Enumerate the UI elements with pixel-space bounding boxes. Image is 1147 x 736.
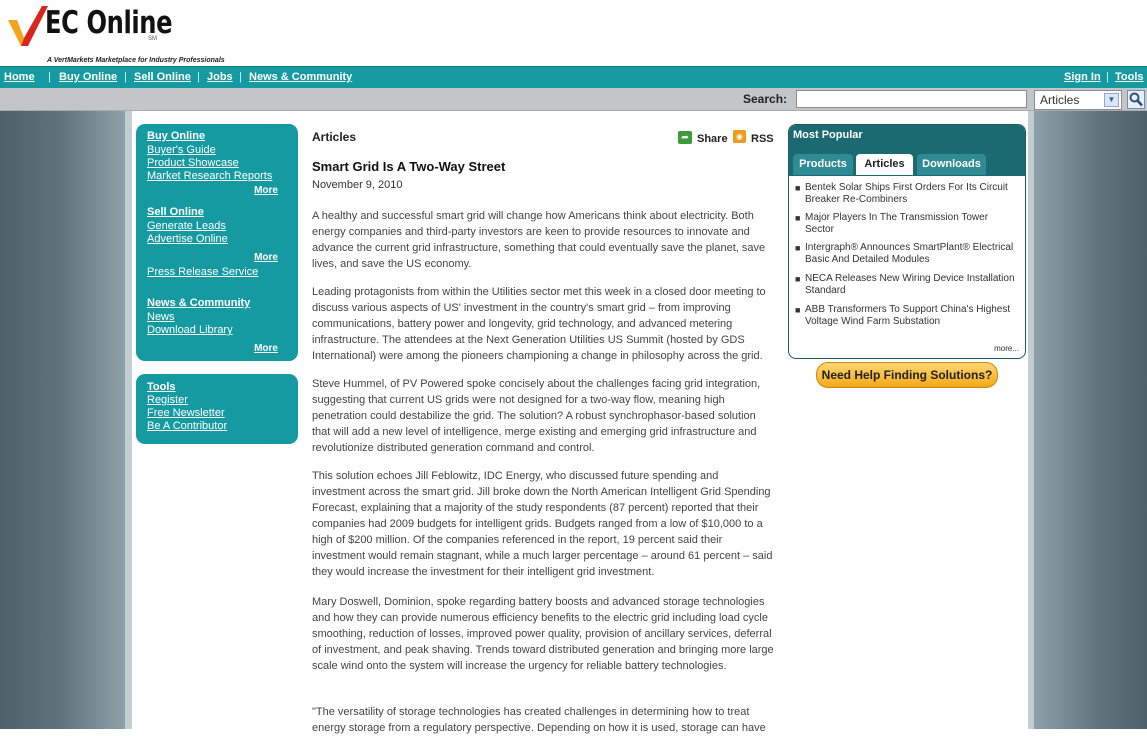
article-title: Smart Grid Is A Two-Way Street [312,159,506,174]
popular-article-item[interactable]: ■ Intergraph® Announces SmartPlant® Elec… [795,242,1017,266]
article-paragraph: A healthy and successful smart grid will… [312,210,766,270]
search-icon [1129,92,1143,107]
bullet-icon: ■ [795,183,801,193]
left-advertise-online-link[interactable]: Advertise Online [147,233,228,246]
left-nav-box: Buy Online Buyer's Guide Product Showcas… [136,124,298,361]
search-input[interactable] [796,90,1027,108]
left-market-research-link[interactable]: Market Research Reports [147,170,272,183]
nav-jobs-link[interactable]: Jobs [207,70,233,84]
nav-home-link[interactable]: Home [4,70,35,84]
search-button[interactable] [1127,90,1145,109]
share-link[interactable]: Share [697,133,728,145]
left-buyers-guide-link[interactable]: Buyer's Guide [147,144,216,157]
left-buy-online-heading[interactable]: Buy Online [147,130,205,143]
left-be-a-contributor-link[interactable]: Be A Contributor [147,420,227,433]
left-tools-heading[interactable]: Tools [147,381,176,394]
most-popular-tabs: Products Articles Downloads [789,145,1025,176]
search-category-select[interactable]: Articles ▼ [1034,90,1122,110]
nav-buy-online-link[interactable]: Buy Online [59,70,117,84]
search-bar: Search: Articles ▼ [0,88,1147,111]
search-category-value: Articles [1040,93,1080,107]
logo-v-icon [8,6,48,46]
nav-separator: | [1106,71,1109,83]
left-download-library-link[interactable]: Download Library [147,324,233,337]
popular-article-item[interactable]: ■ ABB Transformers To Support China's Hi… [795,304,1017,328]
popular-article-link[interactable]: Major Players In The Transmission Tower … [805,212,988,235]
nav-separator: | [239,71,242,83]
popular-article-link[interactable]: Bentek Solar Ships First Orders For Its … [805,182,1008,205]
nav-sell-online-link[interactable]: Sell Online [134,70,191,84]
popular-article-item[interactable]: ■ Bentek Solar Ships First Orders For It… [795,182,1017,206]
popular-article-item[interactable]: ■ Major Players In The Transmission Towe… [795,212,1017,236]
nav-separator: | [48,71,51,83]
article-paragraph: Mary Doswell, Dominion, spoke regarding … [312,596,774,672]
most-popular-panel: Most Popular Products Articles Downloads… [788,124,1026,359]
logo-service-mark: SM [148,36,157,42]
left-sell-online-heading[interactable]: Sell Online [147,206,204,219]
left-product-showcase-link[interactable]: Product Showcase [147,157,239,170]
most-popular-more-link[interactable]: more... [994,344,1019,353]
sell-online-more-link[interactable]: More [254,252,278,263]
chevron-down-icon[interactable]: ▼ [1104,93,1119,107]
bullet-icon: ■ [795,213,801,223]
share-icon[interactable]: ➦ [678,131,692,144]
popular-article-item[interactable]: ■ NECA Releases New Wiring Device Instal… [795,273,1017,297]
article-paragraph: This solution echoes Jill Feblowitz, IDC… [312,470,773,578]
tab-products[interactable]: Products [793,154,853,175]
left-news-link[interactable]: News [147,311,175,324]
logo-tagline: A VertMarkets Marketplace for Industry P… [47,57,225,64]
bullet-icon: ■ [795,243,801,253]
article-paragraph: "The versatility of storage technologies… [312,706,766,734]
nav-news-community-link[interactable]: News & Community [249,70,352,84]
popular-article-link[interactable]: Intergraph® Announces SmartPlant® Electr… [805,242,1013,265]
bullet-icon: ■ [795,274,801,284]
article-paragraph: Leading protagonists from within the Uti… [312,286,766,362]
tab-downloads[interactable]: Downloads [917,154,986,175]
tools-link[interactable]: Tools [1115,70,1144,84]
rss-link[interactable]: RSS [751,133,774,145]
site-header: EC Online SM A VertMarkets Marketplace f… [0,0,1147,66]
left-press-release-link[interactable]: Press Release Service [147,266,258,279]
articles-section-heading: Articles [312,130,357,144]
top-nav-bar: Home | Buy Online | Sell Online | Jobs |… [0,66,1147,88]
tab-articles[interactable]: Articles [856,154,913,175]
popular-article-link[interactable]: NECA Releases New Wiring Device Installa… [805,273,1015,296]
news-more-link[interactable]: More [254,343,278,354]
nav-separator: | [197,71,200,83]
sign-in-link[interactable]: Sign In [1064,70,1101,84]
logo-name[interactable]: EC Online [45,6,173,40]
article-paragraph: Steve Hummel, of PV Powered spoke concis… [312,378,761,454]
left-generate-leads-link[interactable]: Generate Leads [147,220,226,233]
left-news-community-heading[interactable]: News & Community [147,297,250,310]
popular-article-link[interactable]: ABB Transformers To Support China's High… [805,304,1010,327]
most-popular-header: Most Popular [789,125,1025,145]
article-date: November 9, 2010 [312,179,403,191]
nav-separator: | [124,71,127,83]
search-label: Search: [743,92,788,106]
rss-icon[interactable]: ◉ [733,130,746,143]
bullet-icon: ■ [795,305,801,315]
left-tools-box: Tools Register Free Newsletter Be A Cont… [136,374,298,444]
most-popular-title: Most Popular [793,129,863,141]
left-register-link[interactable]: Register [147,394,188,407]
need-help-button[interactable]: Need Help Finding Solutions? [816,362,998,388]
left-free-newsletter-link[interactable]: Free Newsletter [147,407,225,420]
buy-online-more-link[interactable]: More [254,185,278,196]
